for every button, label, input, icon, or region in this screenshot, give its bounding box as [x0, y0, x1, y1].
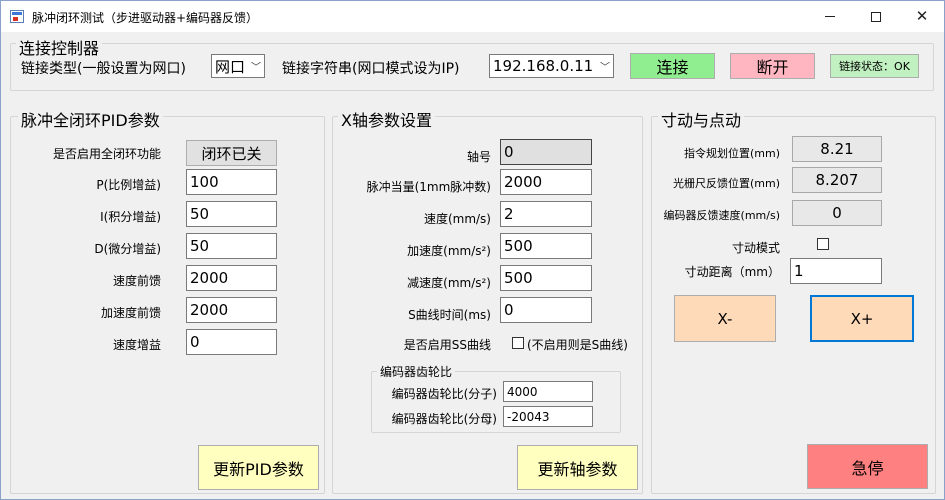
close-button[interactable]: ✕ [899, 1, 945, 32]
minimize-icon [825, 16, 835, 17]
app-window: 脉冲闭环测试（步进驱动器+编码器反馈） ✕ 连接控制器 链接类型(一般设置为网口… [0, 0, 945, 500]
maximize-icon [871, 11, 881, 22]
jog-negative-button[interactable]: X- [674, 295, 776, 342]
gear-numerator-input[interactable]: 4000 [503, 381, 593, 402]
axis-group-title: X轴参数设置 [338, 107, 435, 131]
command-position-label: 指令规划位置(mm) [683, 147, 780, 160]
app-icon [10, 10, 24, 23]
encoder-speed-label: 编码器反馈速度(mm/s) [663, 209, 780, 222]
title-bar: 脉冲闭环测试（步进驱动器+编码器反馈） ✕ [1, 1, 944, 32]
connection-string-label: 链接字符串(网口模式设为IP) [282, 61, 460, 77]
encoder-gear-group-title: 编码器齿轮比 [377, 363, 456, 380]
jog-group-title: 寸动与点动 [658, 107, 745, 131]
ss-curve-note: (不启用则是S曲线) [527, 338, 628, 352]
connect-button[interactable]: 连接 [630, 53, 715, 79]
velocity-feedforward-input[interactable]: 2000 [186, 265, 277, 291]
speed-input[interactable]: 2 [500, 201, 592, 227]
s-curve-time-label: S曲线时间(ms) [408, 308, 491, 322]
connection-type-label: 链接类型(一般设置为网口) [21, 61, 186, 77]
acceleration-input[interactable]: 500 [500, 233, 592, 259]
scale-position-label: 光栅尺反馈位置(mm) [672, 177, 780, 190]
connection-type-value: 网口 [215, 57, 246, 76]
connection-type-select[interactable]: 网口 ﹀ [211, 54, 265, 78]
d-gain-input[interactable]: 50 [186, 233, 277, 259]
inch-distance-label: 寸动距离（mm） [684, 265, 780, 279]
chevron-down-icon: ﹀ [598, 58, 610, 74]
emergency-stop-button[interactable]: 急停 [807, 444, 928, 489]
p-gain-input[interactable]: 100 [186, 169, 277, 195]
acceleration-label: 加速度(mm/s²) [407, 244, 491, 258]
accel-feedforward-input[interactable]: 2000 [186, 297, 277, 323]
axis-number-display: 0 [500, 139, 592, 165]
encoder-speed-display: 0 [792, 200, 882, 226]
accel-feedforward-label: 加速度前馈 [100, 306, 161, 320]
close-icon: ✕ [915, 7, 929, 25]
p-gain-label: P(比例增益) [96, 178, 161, 192]
velocity-feedforward-label: 速度前馈 [112, 274, 161, 288]
update-pid-button[interactable]: 更新PID参数 [198, 445, 319, 490]
velocity-gain-input[interactable]: 0 [186, 329, 277, 355]
pid-group-title: 脉冲全闭环PID参数 [18, 107, 163, 131]
axis-number-label: 轴号 [466, 150, 491, 164]
connection-group-title: 连接控制器 [16, 35, 103, 59]
s-curve-time-input[interactable]: 0 [500, 297, 592, 323]
gear-denominator-label: 编码器齿轮比(分母) [391, 412, 497, 426]
command-position-display: 8.21 [792, 136, 882, 162]
closed-loop-toggle-button[interactable]: 闭环已关 [186, 140, 277, 166]
inch-mode-label: 寸动模式 [731, 241, 780, 255]
i-gain-label: I(积分增益) [100, 210, 161, 224]
inch-distance-input[interactable]: 1 [790, 258, 882, 284]
scale-position-display: 8.207 [792, 167, 882, 193]
pulse-units-label: 脉冲当量(1mm脉冲数) [366, 180, 491, 194]
ss-curve-enable-label: 是否启用SS曲线 [403, 338, 491, 352]
jog-positive-button[interactable]: X+ [810, 295, 914, 342]
axis-group [332, 116, 643, 494]
chevron-down-icon: ﹀ [249, 58, 261, 74]
window-title: 脉冲闭环测试（步进驱动器+编码器反馈） [32, 11, 259, 25]
inch-mode-checkbox[interactable] [817, 238, 829, 250]
speed-label: 速度(mm/s) [423, 212, 491, 226]
pid-enable-label: 是否启用全闭环功能 [52, 147, 161, 161]
disconnect-button[interactable]: 断开 [730, 53, 815, 79]
deceleration-label: 减速度(mm/s²) [407, 276, 491, 290]
connection-status-badge: 链接状态：OK [830, 54, 919, 78]
connection-string-select[interactable]: 192.168.0.11 ﹀ [489, 54, 614, 78]
velocity-gain-label: 速度增益 [112, 338, 161, 352]
update-axis-button[interactable]: 更新轴参数 [517, 445, 638, 490]
deceleration-input[interactable]: 500 [500, 265, 592, 291]
gear-denominator-input[interactable]: -20043 [503, 406, 593, 427]
minimize-button[interactable] [807, 1, 853, 32]
maximize-button[interactable] [853, 1, 899, 32]
ss-curve-checkbox[interactable] [512, 337, 524, 349]
connection-string-value: 192.168.0.11 [493, 57, 594, 75]
d-gain-label: D(微分增益) [94, 242, 161, 256]
gear-numerator-label: 编码器齿轮比(分子) [391, 387, 497, 401]
pulse-units-input[interactable]: 2000 [500, 169, 592, 195]
i-gain-input[interactable]: 50 [186, 201, 277, 227]
